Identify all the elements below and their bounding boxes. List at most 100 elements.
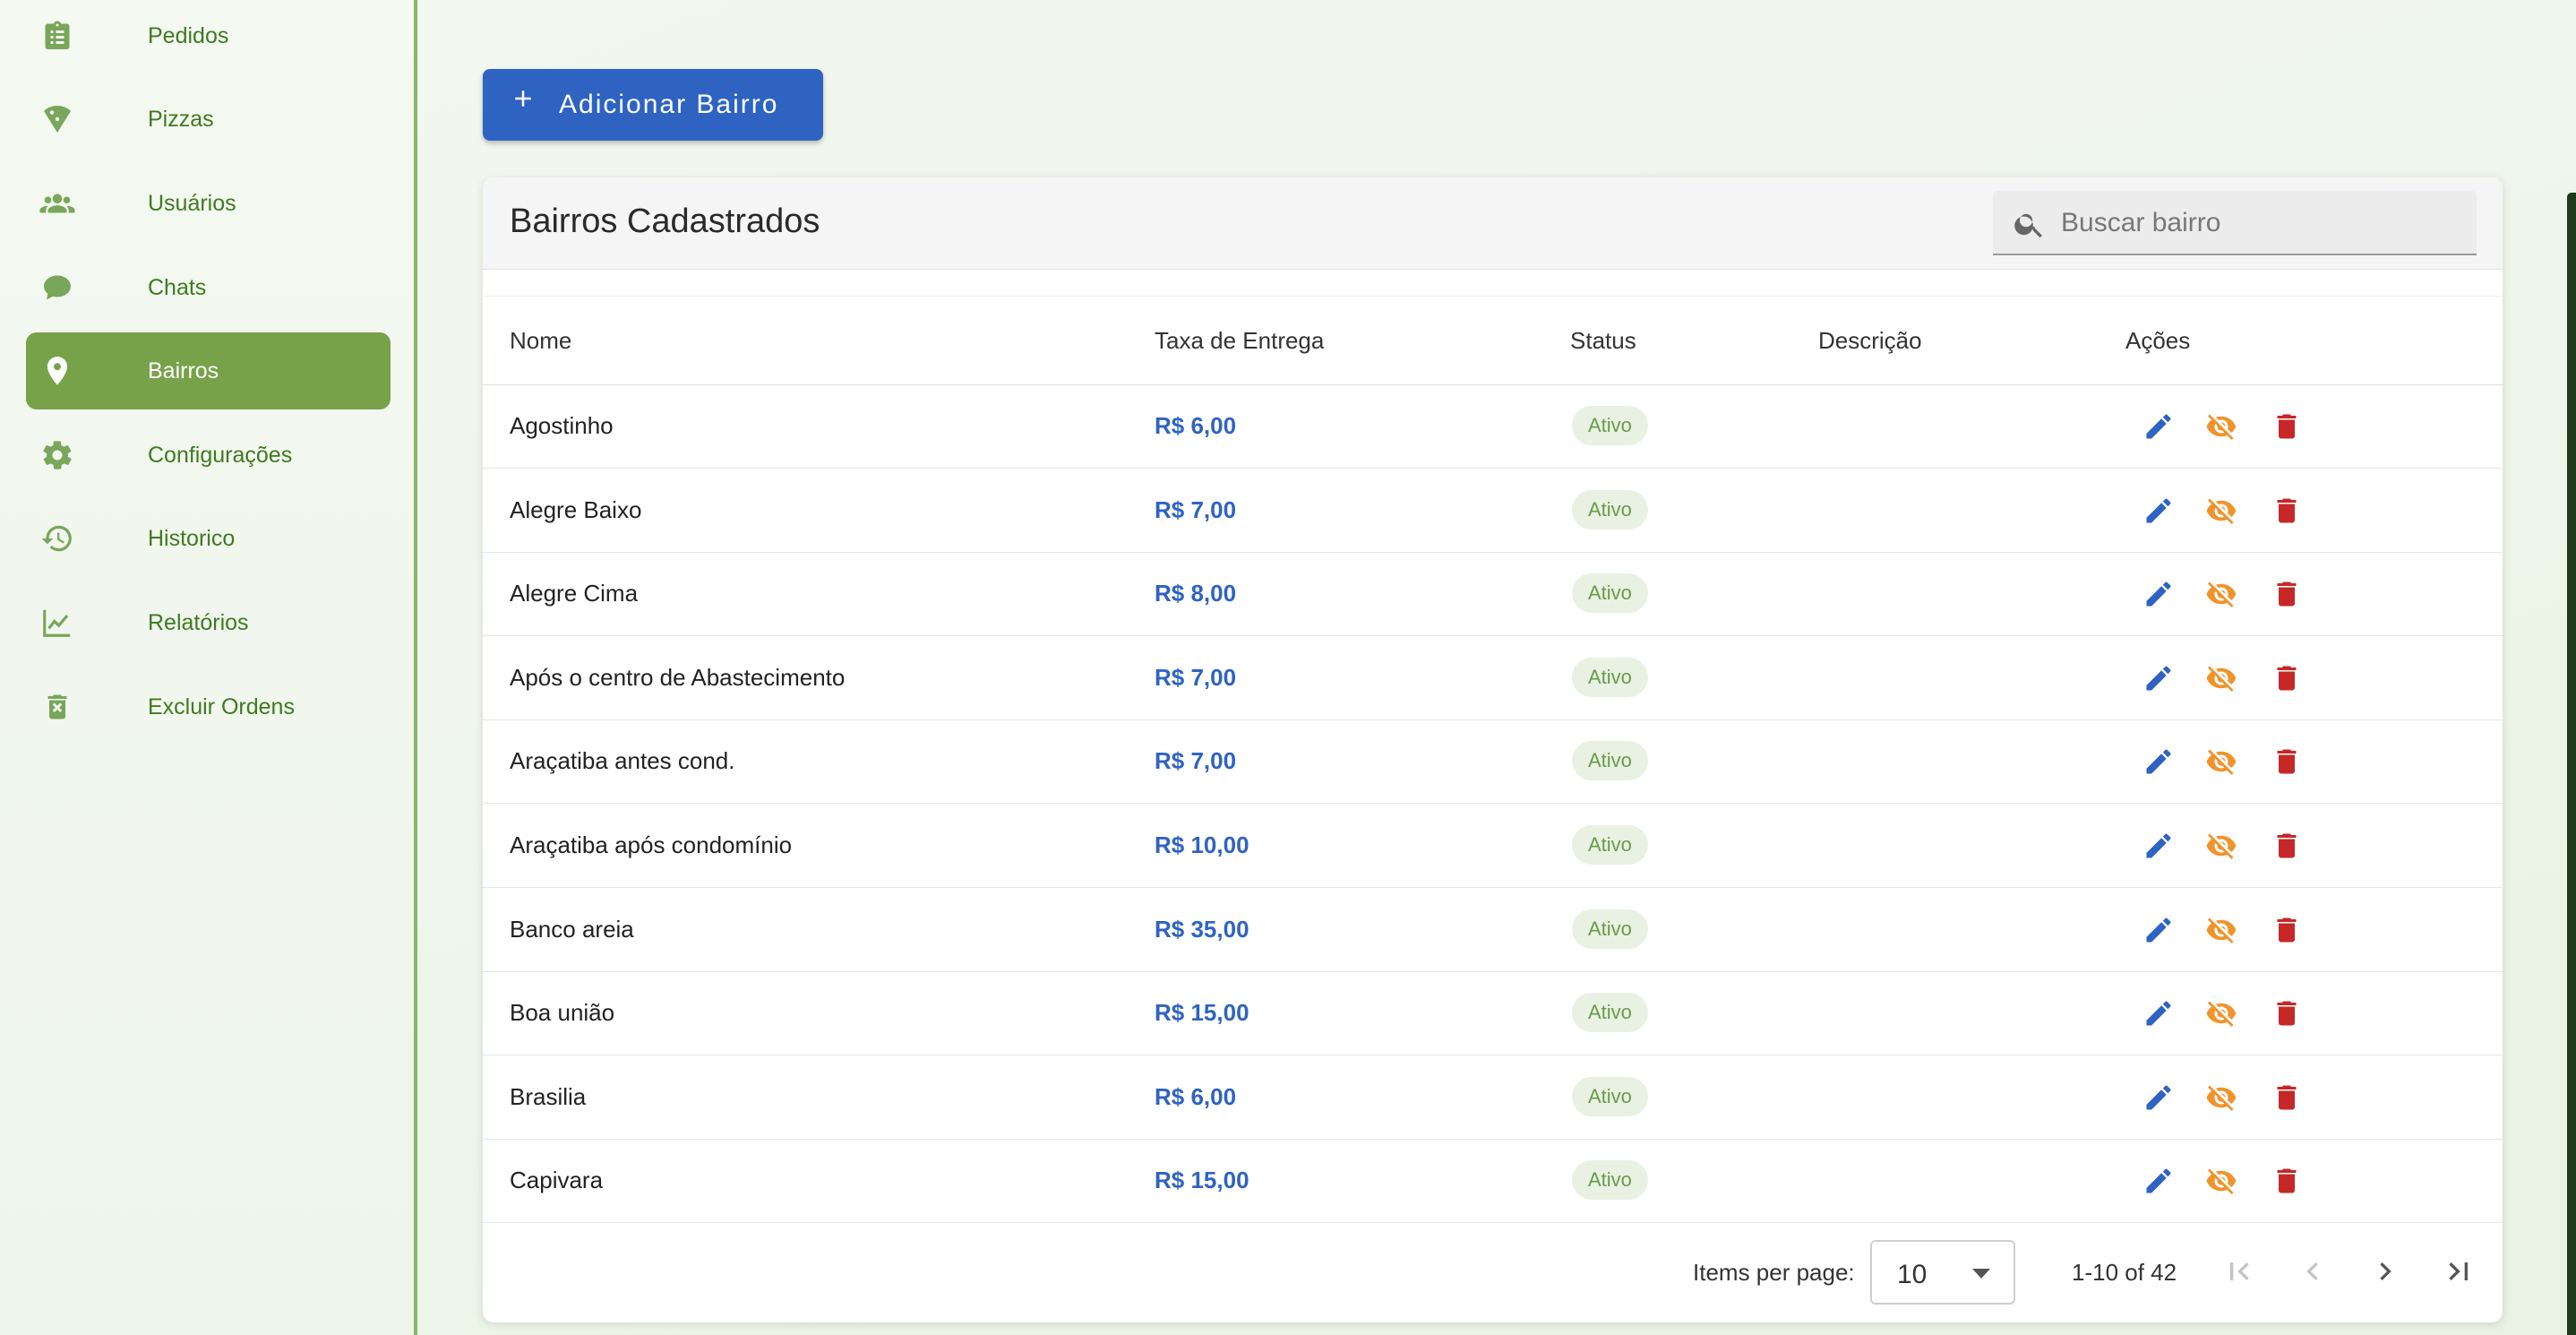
status-badge: Ativo: [1572, 657, 1648, 697]
sidebar-item-usuarios[interactable]: Usuários: [26, 165, 391, 242]
delivery-fee: R$ 15,00: [1155, 999, 1249, 1027]
delete-icon[interactable]: [2271, 662, 2303, 694]
delivery-fee: R$ 6,00: [1155, 1082, 1237, 1110]
previous-page-icon[interactable]: [2295, 1253, 2331, 1289]
visibility-off-icon[interactable]: [2205, 495, 2237, 527]
add-bairro-button[interactable]: Adicionar Bairro: [483, 69, 823, 141]
sidebar-item-bairros[interactable]: Bairros: [26, 332, 391, 409]
edit-icon[interactable]: [2142, 997, 2175, 1029]
edit-icon[interactable]: [2142, 1165, 2175, 1197]
last-page-icon[interactable]: [2441, 1253, 2477, 1289]
bairro-name: Brasilia: [510, 1082, 587, 1110]
sidebar-item-label: Bairros: [148, 357, 219, 383]
bairro-name: Alegre Baixo: [510, 495, 642, 523]
visibility-off-icon[interactable]: [2205, 410, 2237, 443]
delete-icon[interactable]: [2271, 1165, 2303, 1197]
header-status: Status: [1570, 327, 1636, 354]
edit-icon[interactable]: [2142, 578, 2175, 610]
edit-icon[interactable]: [2142, 745, 2175, 778]
gear-icon: [39, 436, 76, 474]
sidebar-item-label: Relatórios: [148, 609, 249, 635]
visibility-off-icon[interactable]: [2205, 997, 2237, 1029]
delivery-fee: R$ 7,00: [1155, 495, 1237, 523]
status-badge: Ativo: [1572, 825, 1648, 865]
pizza-icon: [39, 100, 76, 138]
status-badge: Ativo: [1572, 909, 1648, 949]
table-row: Após o centro de Abastecimento R$ 7,00 Ati…: [483, 636, 2503, 720]
line-chart-icon: [39, 604, 76, 642]
search-field[interactable]: [1993, 191, 2477, 255]
bairro-name: Alegre Cima: [510, 580, 639, 607]
status-badge: Ativo: [1572, 489, 1648, 530]
dropdown-caret-icon: [1972, 1269, 1990, 1279]
delete-icon[interactable]: [2271, 830, 2303, 862]
delivery-fee: R$ 7,00: [1155, 663, 1237, 691]
sidebar-item-label: Usuários: [148, 190, 236, 216]
scrollbar[interactable]: [2567, 193, 2576, 1335]
sidebar-item-label: Pizzas: [148, 106, 214, 132]
items-per-page-select[interactable]: 10: [1870, 1240, 2015, 1305]
edit-icon[interactable]: [2142, 410, 2175, 443]
card-header: Bairros Cadastrados: [483, 177, 2503, 270]
delivery-fee: R$ 7,00: [1155, 747, 1237, 775]
delete-icon[interactable]: [2271, 495, 2303, 527]
sidebar-item-excluir-ordens[interactable]: Excluir Ordens: [26, 668, 391, 745]
delete-icon[interactable]: [2271, 997, 2303, 1029]
table-row: Boa união R$ 15,00 Ativo: [483, 971, 2503, 1056]
add-bairro-label: Adicionar Bairro: [559, 90, 779, 119]
visibility-off-icon[interactable]: [2205, 830, 2237, 862]
delete-icon[interactable]: [2271, 1081, 2303, 1114]
visibility-off-icon[interactable]: [2205, 914, 2237, 946]
sidebar-item-relatorios[interactable]: Relatórios: [26, 584, 391, 661]
visibility-off-icon[interactable]: [2205, 578, 2237, 610]
search-icon: [2013, 207, 2047, 241]
sidebar-item-label: Excluir Ordens: [148, 693, 295, 719]
header-nome: Nome: [510, 327, 572, 354]
clipboard-list-icon: [39, 17, 76, 55]
header-taxa: Taxa de Entrega: [1155, 327, 1325, 354]
table-header: Nome Taxa de Entrega Status Descrição Aç…: [483, 296, 2503, 385]
status-badge: Ativo: [1572, 741, 1648, 781]
bairro-name: Boa união: [510, 999, 615, 1027]
first-page-icon[interactable]: [2221, 1253, 2257, 1289]
table-row: Araçatiba antes cond. R$ 7,00 Ativo: [483, 719, 2503, 805]
visibility-off-icon[interactable]: [2205, 662, 2237, 694]
sidebar-item-chats[interactable]: Chats: [26, 249, 391, 326]
plus-icon: [510, 85, 537, 112]
status-badge: Ativo: [1572, 1160, 1648, 1201]
table-row: Brasilia R$ 6,00 Ativo: [483, 1055, 2503, 1140]
sidebar-item-configuracoes[interactable]: Configurações: [26, 417, 391, 494]
sidebar-item-pedidos[interactable]: Pedidos: [26, 0, 391, 74]
visibility-off-icon[interactable]: [2205, 1165, 2237, 1197]
edit-icon[interactable]: [2142, 830, 2175, 862]
sidebar: Pedidos Pizzas Usuários Chats Bairros Co…: [0, 0, 417, 1335]
bairro-name: Após o centro de Abastecimento: [510, 663, 846, 691]
edit-icon[interactable]: [2142, 662, 2175, 694]
visibility-off-icon[interactable]: [2205, 745, 2237, 778]
visibility-off-icon[interactable]: [2205, 1081, 2237, 1114]
edit-icon[interactable]: [2142, 914, 2175, 946]
delete-icon[interactable]: [2271, 410, 2303, 443]
delete-icon[interactable]: [2271, 745, 2303, 778]
bairro-name: Banco areia: [510, 915, 634, 943]
bairro-name: Agostinho: [510, 412, 614, 439]
status-badge: Ativo: [1572, 573, 1648, 614]
search-input[interactable]: [2059, 191, 2457, 255]
sidebar-item-historico[interactable]: Historico: [26, 500, 391, 577]
paginator: Items per page: 10 1-10 of 42: [483, 1223, 2503, 1322]
table-row: Alegre Baixo R$ 7,00 Ativo: [483, 469, 2503, 553]
delivery-fee: R$ 10,00: [1155, 831, 1249, 858]
delete-icon[interactable]: [2271, 914, 2303, 946]
users-icon: [39, 185, 76, 222]
next-page-icon[interactable]: [2367, 1253, 2403, 1289]
bairro-name: Capivara: [510, 1167, 604, 1194]
delivery-fee: R$ 35,00: [1155, 915, 1249, 943]
sidebar-item-label: Historico: [148, 525, 236, 551]
delete-icon[interactable]: [2271, 578, 2303, 610]
header-acoes: Ações: [2125, 327, 2191, 354]
edit-icon[interactable]: [2142, 1081, 2175, 1114]
edit-icon[interactable]: [2142, 495, 2175, 527]
delivery-fee: R$ 15,00: [1155, 1167, 1249, 1194]
sidebar-item-pizzas[interactable]: Pizzas: [26, 81, 391, 158]
table-row: Capivara R$ 15,00 Ativo: [483, 1139, 2503, 1224]
